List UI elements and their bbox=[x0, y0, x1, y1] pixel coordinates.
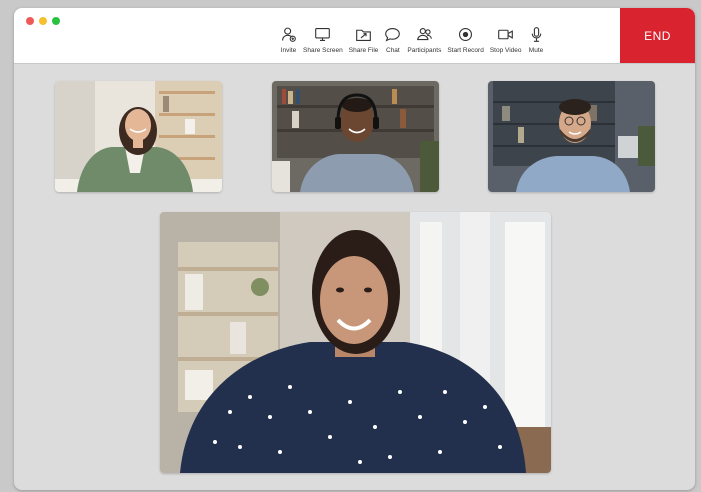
start-record-button[interactable]: Start Record bbox=[447, 26, 484, 54]
call-toolbar: Invite Share Screen Share File Chat Part… bbox=[280, 26, 551, 54]
participant-video-3 bbox=[488, 81, 655, 192]
record-icon bbox=[459, 27, 473, 42]
share-screen-label: Share Screen bbox=[303, 47, 343, 54]
share-file-label: Share File bbox=[348, 47, 379, 54]
participants-icon bbox=[417, 27, 432, 41]
end-call-button[interactable]: END bbox=[620, 8, 695, 63]
share-screen-button[interactable]: Share Screen bbox=[303, 26, 343, 54]
monitor-icon bbox=[315, 27, 331, 42]
microphone-icon bbox=[531, 27, 541, 42]
participant-tile-3[interactable] bbox=[488, 81, 655, 192]
chat-bubble-icon bbox=[385, 27, 401, 42]
main-speaker-video bbox=[160, 212, 551, 473]
share-file-button[interactable]: Share File bbox=[348, 26, 379, 54]
participant-video-1 bbox=[55, 81, 222, 192]
start-record-label: Start Record bbox=[447, 47, 484, 54]
participants-button[interactable]: Participants bbox=[407, 26, 441, 54]
window-controls bbox=[26, 17, 60, 25]
stop-video-label: Stop Video bbox=[489, 47, 522, 54]
main-speaker-tile[interactable] bbox=[160, 212, 551, 473]
participant-video-2 bbox=[272, 81, 439, 192]
invite-icon bbox=[281, 27, 296, 42]
participant-tile-1[interactable] bbox=[55, 81, 222, 192]
mute-label: Mute bbox=[528, 47, 544, 54]
maximize-window-button[interactable] bbox=[52, 17, 60, 25]
video-camera-icon bbox=[498, 29, 514, 40]
minimize-window-button[interactable] bbox=[39, 17, 47, 25]
stop-video-button[interactable]: Stop Video bbox=[490, 26, 522, 54]
title-bar: Invite Share Screen Share File Chat Part… bbox=[14, 8, 695, 64]
chat-button[interactable]: Chat bbox=[384, 26, 401, 54]
mute-button[interactable]: Mute bbox=[528, 26, 545, 54]
invite-button[interactable]: Invite bbox=[280, 26, 297, 54]
chat-label: Chat bbox=[386, 47, 400, 54]
participant-tile-2[interactable] bbox=[272, 81, 439, 192]
video-call-window: Invite Share Screen Share File Chat Part… bbox=[14, 8, 695, 490]
folder-share-icon bbox=[356, 29, 371, 42]
close-window-button[interactable] bbox=[26, 17, 34, 25]
invite-label: Invite bbox=[280, 47, 297, 54]
participants-label: Participants bbox=[407, 47, 442, 54]
